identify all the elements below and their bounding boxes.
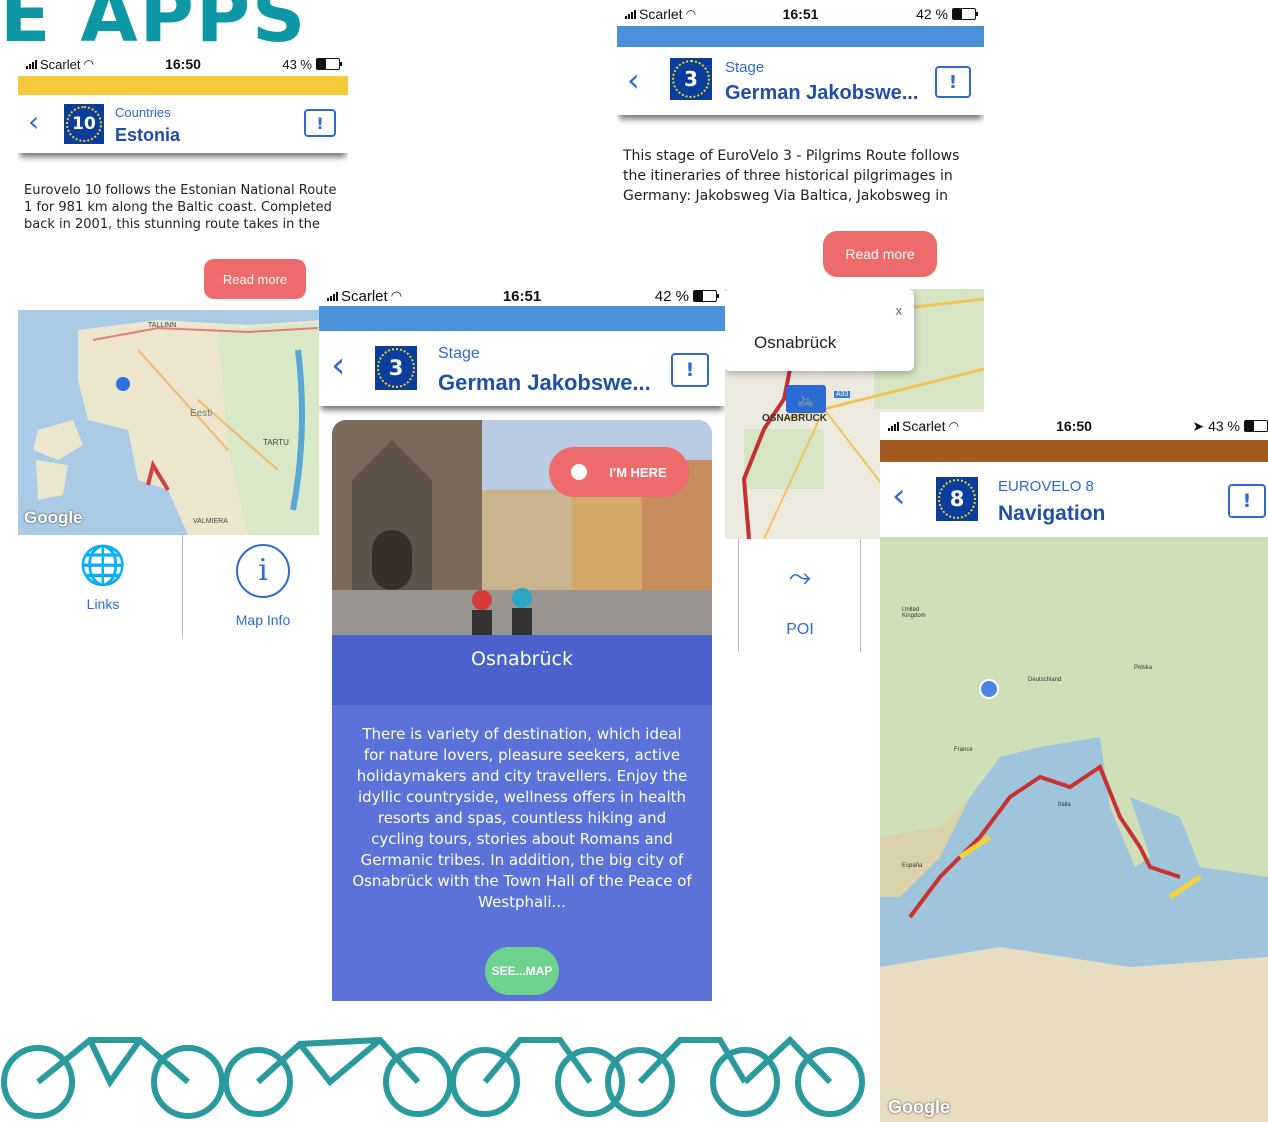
links-label: Links	[86, 596, 120, 612]
map-canvas	[18, 310, 348, 535]
map-label-city: OSNABRÜCK	[762, 413, 827, 424]
battery-percent: 43 %	[282, 56, 312, 72]
app-header: ‹ 10 Countries Estonia !	[18, 95, 348, 153]
bicycles-decoration	[1, 1035, 865, 1119]
battery-icon	[693, 290, 719, 302]
globe-cursor-icon: 🌐	[79, 545, 127, 587]
stage-card: I'M HERE Osnabrück There is variety of d…	[332, 420, 712, 1001]
page-title: German Jakobswe...	[438, 370, 651, 395]
back-arrow-icon[interactable]: ‹	[331, 345, 345, 386]
breadcrumb: Countries	[115, 105, 171, 120]
description: This stage of EuroVelo 3 - Pilgrims Rout…	[623, 148, 960, 204]
feedback-icon[interactable]: !	[304, 109, 336, 137]
breadcrumb: Stage	[725, 59, 765, 76]
accent-bar	[617, 26, 984, 47]
toolbar-divider	[738, 539, 739, 652]
eurovelo-badge: 8	[935, 476, 979, 522]
description: Eurovelo 10 follows the Estonian Nationa…	[24, 183, 337, 232]
map-label-pl: Polska	[1134, 665, 1153, 671]
app-header: ‹ 3 Stage German Jakobswe... !	[319, 331, 725, 406]
place-band	[332, 635, 712, 705]
battery-icon	[952, 8, 978, 20]
road-label: A33	[834, 391, 851, 398]
read-more-button[interactable]: Read more	[823, 231, 937, 277]
map-popup: x Osnabrück	[724, 289, 914, 371]
feedback-icon[interactable]: !	[1228, 484, 1266, 518]
map-label-es: España	[902, 863, 923, 869]
map-label-town: TALLINN	[148, 322, 177, 329]
app-header: ‹ 8 EUROVELO 8 Navigation !	[880, 462, 1268, 537]
eurovelo-badge: 10	[63, 103, 105, 145]
accent-bar	[18, 76, 348, 95]
page-title: German Jakobswe...	[725, 82, 919, 104]
map-canvas	[880, 537, 1268, 1122]
stage-detail-screen: Scarlet ◠ 16:51 42 % ‹ 3 Stage German Ja…	[319, 280, 725, 1001]
read-more-button[interactable]: Read more	[204, 259, 306, 299]
map-label-country: Eesti	[190, 408, 213, 419]
stage-description: There is variety of destination, which i…	[352, 725, 692, 911]
location-arrow-icon: ➤	[1192, 417, 1205, 434]
accent-bar	[880, 440, 1268, 462]
route-pin-icon: ⤳	[788, 561, 812, 592]
status-bar: Scarlet ◠ 16:50 ➤ 43 %	[880, 414, 1268, 438]
poi-label: POI	[786, 621, 814, 638]
back-arrow-icon[interactable]: ‹	[627, 61, 640, 99]
stage-top-screen: Scarlet ◠ 16:51 42 % ‹ 3 Stage German Ja…	[617, 0, 984, 290]
estonia-map[interactable]: Eesti TARTU VALMIERA TALLINN Google	[18, 310, 348, 535]
feedback-icon[interactable]: !	[935, 66, 971, 98]
status-bar: Scarlet ◠ 16:50 43 %	[18, 52, 348, 76]
battery-icon	[316, 58, 342, 70]
google-logo: Google	[888, 1097, 950, 1117]
battery-icon	[1244, 420, 1268, 432]
info-icon: i	[236, 544, 290, 598]
feedback-icon[interactable]: !	[671, 353, 709, 387]
battery-percent: 42 %	[916, 6, 948, 22]
breadcrumb: EUROVELO 8	[998, 478, 1094, 495]
map-label-uk: United Kingdom	[902, 607, 926, 619]
map-label-de: Deutschland	[1028, 677, 1062, 683]
bike-frame	[36, 1037, 190, 1088]
im-here-button[interactable]: I'M HERE	[549, 447, 689, 497]
poi-marker-icon[interactable]: 🚲	[786, 385, 826, 413]
toolbar-divider	[182, 534, 183, 638]
map-label-fr: France	[954, 747, 973, 753]
popup-close-button[interactable]: x	[896, 303, 903, 318]
europe-map[interactable]: United Kingdom Deutschland France Italia…	[880, 537, 1268, 1122]
award-icon	[571, 464, 588, 480]
eurovelo-badge: 3	[669, 57, 713, 101]
place-name: Osnabrück	[471, 648, 573, 670]
eurovelo-badge: 3	[374, 345, 418, 391]
poi-button[interactable]: ⤳ POI	[748, 559, 852, 639]
popup-title: Osnabrück	[754, 333, 837, 352]
page-title: Navigation	[998, 502, 1106, 525]
toolbar-divider	[860, 539, 861, 652]
accent-bar	[319, 306, 725, 331]
app-header: ‹ 3 Stage German Jakobswe... !	[617, 47, 984, 115]
map-label-it: Italia	[1058, 802, 1071, 808]
estonia-screen: Scarlet ◠ 16:50 43 % ‹ 10 Countries Esto…	[18, 52, 348, 642]
page-title: Estonia	[115, 125, 181, 145]
see-map-button[interactable]: SEE...MAP	[485, 947, 559, 995]
battery-percent: 42 %	[654, 287, 689, 305]
map-info-button[interactable]: i Map Info	[218, 544, 308, 628]
im-here-label: I'M HERE	[609, 464, 667, 480]
battery-percent: 43 %	[1208, 418, 1240, 434]
map-label-city-2: VALMIERA	[193, 518, 228, 525]
map-info-label: Map Info	[235, 612, 291, 628]
links-button[interactable]: 🌐 Links	[58, 544, 148, 612]
bike-frame	[482, 1037, 593, 1084]
breadcrumb: Stage	[438, 345, 480, 362]
status-bar: Scarlet ◠ 16:51 42 %	[617, 2, 984, 26]
back-arrow-icon[interactable]: ‹	[892, 476, 906, 516]
google-logo: Google	[24, 508, 83, 527]
navigation-screen: Scarlet ◠ 16:50 ➤ 43 % ‹ 8 EUROVELO 8 Na…	[880, 412, 1268, 1122]
map-label-city: TARTU	[263, 438, 289, 447]
back-arrow-icon[interactable]: ‹	[28, 105, 39, 138]
